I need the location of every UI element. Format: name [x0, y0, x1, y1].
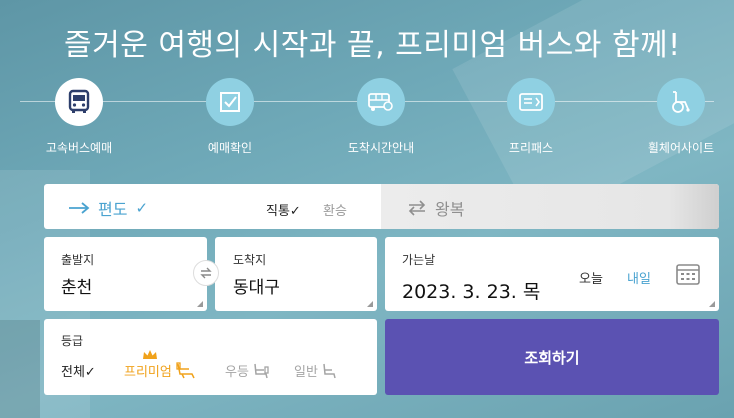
menu-item-arrival-time[interactable]: 도착시간안내: [326, 78, 436, 156]
oneway-tab[interactable]: 편도 ✓: [68, 196, 148, 220]
grade-option-premium[interactable]: 프리미엄: [124, 361, 197, 380]
menu-item-booking-check[interactable]: 예매확인: [175, 78, 285, 156]
today-button[interactable]: 오늘: [579, 268, 603, 287]
oneway-label: 편도: [98, 200, 128, 219]
grade-option-superior[interactable]: 우등: [225, 361, 272, 380]
menu-item-label: 도착시간안내: [347, 141, 415, 155]
seat-icon: [254, 363, 269, 378]
tomorrow-button[interactable]: 내일: [627, 268, 651, 287]
menu-item-label: 예매확인: [207, 141, 253, 155]
wheelchair-icon: [657, 78, 705, 126]
arrival-value: 동대구: [233, 278, 280, 298]
date-value: 2023. 3. 23. 목: [402, 281, 541, 303]
departure-field[interactable]: 출발지 춘천: [44, 237, 207, 311]
menu-item-free-pass[interactable]: 프리패스: [476, 78, 586, 156]
bus-icon: [55, 78, 103, 126]
swap-locations-button[interactable]: [193, 260, 219, 286]
booking-widget: 즐거운 여행의 시작과 끝, 프리미엄 버스와 함께! 고속버스예매 예매확인: [0, 0, 734, 418]
departure-label: 출발지: [61, 253, 95, 267]
menu-item-label: 프리패스: [508, 141, 554, 155]
grade-all-label: 전체✓: [61, 365, 96, 380]
swap-icon: [200, 267, 212, 279]
arrival-field[interactable]: 도착지 동대구: [215, 237, 377, 311]
seat-icon: [176, 361, 195, 378]
corner-indicator: [709, 301, 715, 307]
bus-schedule-icon: [357, 78, 405, 126]
menu-item-express-booking[interactable]: 고속버스예매: [24, 78, 134, 156]
menu-item-wheelchair-site[interactable]: 휠체어사이트: [626, 78, 734, 156]
grade-premium-label: 프리미엄: [124, 365, 172, 380]
corner-indicator: [367, 301, 373, 307]
roundtrip-label: 왕복: [435, 200, 465, 219]
oneway-check: ✓: [135, 199, 149, 217]
seat-icon: [323, 363, 336, 378]
menu-item-label: 고속버스예매: [45, 141, 113, 155]
grade-field: 등급: [44, 319, 377, 395]
grade-superior-label: 우등: [225, 365, 249, 380]
trip-type-bar: 편도 ✓ 직통✓ 환승 왕복: [44, 184, 719, 229]
ticket-icon: [507, 78, 555, 126]
page-headline: 즐거운 여행의 시작과 끝, 프리미엄 버스와 함께!: [64, 28, 681, 63]
roundtrip-label-group[interactable]: 왕복: [407, 196, 464, 220]
departure-value: 춘천: [61, 278, 93, 298]
grade-label: 등급: [61, 334, 84, 348]
menu-item-label: 휠체어사이트: [647, 141, 715, 155]
direct-option[interactable]: 직통✓: [266, 200, 301, 219]
grade-option-all[interactable]: 전체✓: [61, 361, 96, 380]
corner-indicator: [197, 301, 203, 307]
arrow-right-icon: [69, 202, 90, 214]
background-decoration: [0, 320, 40, 418]
arrival-label: 도착지: [233, 253, 267, 267]
transfer-option[interactable]: 환승: [323, 200, 347, 219]
search-button[interactable]: 조회하기: [385, 319, 719, 395]
grade-option-regular[interactable]: 일반: [294, 361, 339, 380]
date-field[interactable]: 가는날 2023. 3. 23. 목 오늘 내일: [385, 237, 719, 311]
date-label: 가는날: [402, 253, 436, 267]
checkbox-icon: [206, 78, 254, 126]
grade-regular-label: 일반: [294, 365, 318, 380]
calendar-icon[interactable]: [676, 263, 700, 289]
swap-arrows-icon: [408, 200, 426, 216]
